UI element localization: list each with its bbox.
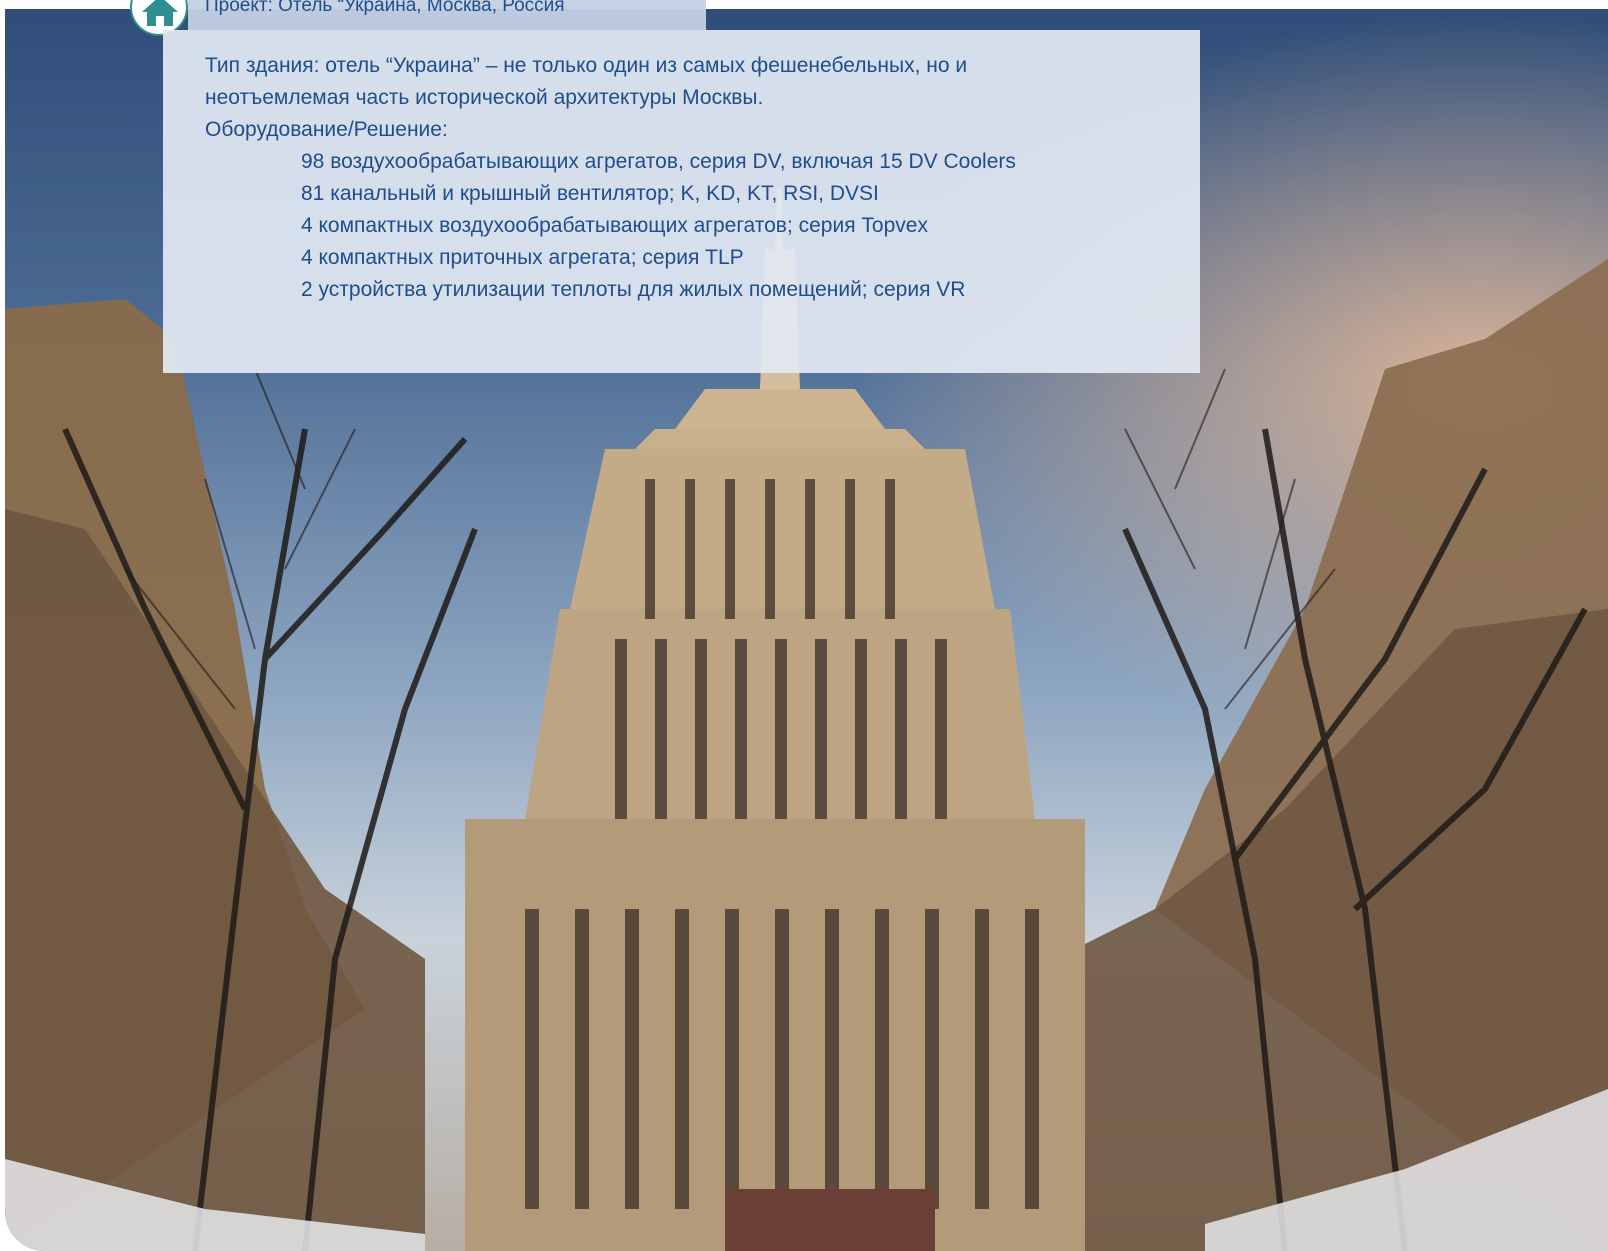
home-icon [142, 0, 178, 26]
equipment-heading: Оборудование/Решение: [205, 118, 448, 141]
building-type-line-1: Тип здания: отель “Украина” – не только … [205, 54, 968, 77]
equipment-item: 98 воздухообрабатывающих агрегатов, сери… [301, 150, 1016, 173]
equipment-item: 81 канальный и крышный вентилятор; K, KD… [301, 182, 879, 205]
equipment-item: 4 компактных приточных агрегата; серия T… [301, 246, 744, 269]
description-text: Тип здания: отель “Украина” – не только … [205, 50, 1025, 306]
building-type-line-2: неотъемлемая часть исторической архитект… [205, 86, 764, 109]
equipment-item: 4 компактных воздухообрабатывающих агрег… [301, 214, 928, 237]
brochure-page: Проект: Отель “Украина, Москва, Россия Т… [0, 0, 1608, 1251]
equipment-list: 98 воздухообрабатывающих агрегатов, сери… [205, 146, 1025, 306]
equipment-item: 2 устройства утилизации теплоты для жилы… [301, 278, 966, 301]
project-title: Проект: Отель “Украина, Москва, Россия [205, 0, 565, 16]
